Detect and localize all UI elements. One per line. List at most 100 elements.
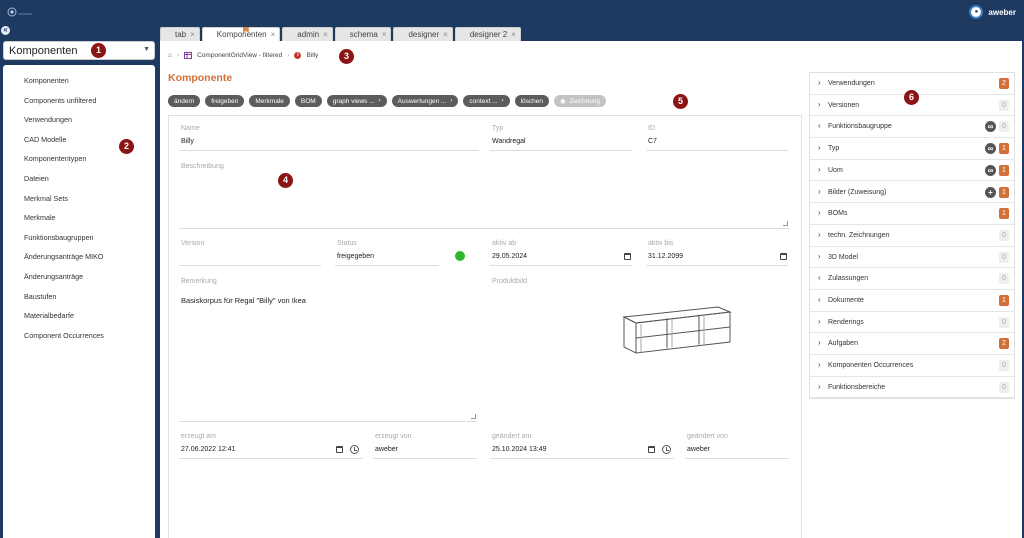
calendar-icon[interactable] — [648, 446, 655, 453]
resize-handle-icon[interactable] — [471, 414, 476, 419]
sidebar-item[interactable]: Materialbedarfe — [24, 311, 74, 320]
app-logo — [7, 7, 32, 17]
status-field[interactable]: freigegeben — [337, 253, 374, 260]
relation-row[interactable]: › BOMs 1 — [810, 203, 1014, 225]
chevron-right-icon[interactable]: › — [818, 230, 821, 239]
action-button[interactable]: graph views ... › — [326, 95, 387, 107]
relation-row[interactable]: › Funktionsbereiche 0 — [810, 377, 1014, 399]
sidebar-item[interactable]: Merkmal Sets — [24, 194, 68, 203]
id-field[interactable]: C7 — [648, 138, 657, 145]
link-icon[interactable]: ∞ — [985, 164, 996, 176]
tab-1[interactable]: Komponenten × — [201, 27, 281, 41]
aktiv-bis-field[interactable]: 31.12.2099 — [648, 253, 683, 260]
relation-row[interactable]: › Uom ∞ 1 — [810, 160, 1014, 182]
close-icon[interactable]: × — [271, 30, 276, 39]
calendar-icon[interactable] — [780, 253, 787, 260]
annotation-marker: 6 — [904, 90, 919, 105]
sidebar-item[interactable]: Baustufen — [24, 292, 56, 301]
chevron-right-icon[interactable]: › — [818, 78, 821, 87]
relation-row[interactable]: ‹ Zulassungen 0 — [810, 268, 1014, 290]
tab-3[interactable]: schema × — [334, 27, 392, 41]
clock-icon[interactable] — [350, 445, 359, 454]
aktiv-ab-field[interactable]: 29.05.2024 — [492, 253, 527, 260]
erzeugt-von-field[interactable]: aweber — [375, 446, 398, 453]
link-icon[interactable]: ∞ — [985, 121, 996, 133]
relation-row[interactable]: › Renderings 0 — [810, 312, 1014, 334]
count-badge: 0 — [999, 381, 1009, 393]
chevron-right-icon[interactable]: › — [818, 100, 821, 109]
geaendert-am-field[interactable]: 25.10.2024 13:49 — [492, 446, 547, 453]
relation-row[interactable]: › techn. Zeichnungen 0 — [810, 225, 1014, 247]
sidebar-item[interactable]: Änderungsanträge MIKO — [24, 252, 104, 261]
relation-row[interactable]: ‹ Dokumente 1 — [810, 290, 1014, 312]
chevron-left-icon[interactable]: ‹ — [818, 273, 821, 282]
tab-0[interactable]: tab × — [160, 27, 200, 41]
sidebar-item[interactable]: Funktionsbaugruppen — [24, 233, 94, 242]
action-button[interactable]: freigeben — [205, 95, 245, 107]
action-label: ändern — [174, 97, 195, 105]
action-button[interactable]: Merkmale — [249, 95, 290, 107]
sidebar-item[interactable]: Komponententypen — [24, 154, 86, 163]
close-icon[interactable]: × — [190, 30, 195, 39]
count-badge: 1 — [999, 208, 1009, 220]
calendar-icon[interactable] — [624, 253, 631, 260]
close-icon[interactable]: × — [443, 30, 448, 39]
sidebar-item[interactable]: Dateien — [24, 174, 49, 183]
sidebar-item[interactable]: CAD Modelle — [24, 135, 66, 144]
product-image[interactable] — [620, 303, 732, 355]
relation-row[interactable]: › 3D Model 0 — [810, 247, 1014, 269]
name-field[interactable]: Billy — [181, 138, 194, 145]
sidebar-item[interactable]: Merkmale — [24, 213, 56, 222]
chevron-right-icon[interactable]: › — [818, 165, 821, 174]
sidebar-item[interactable]: Verwendungen — [24, 115, 72, 124]
add-icon[interactable]: + — [985, 186, 996, 198]
relation-row[interactable]: › Typ ∞ 1 — [810, 138, 1014, 160]
count-badge: 0 — [999, 273, 1009, 285]
chevron-left-icon[interactable]: ‹ — [818, 295, 821, 304]
tab-4[interactable]: designer × — [393, 27, 453, 41]
count-badge: 0 — [999, 360, 1009, 372]
action-button[interactable]: Auswertungen ... › — [391, 95, 459, 107]
chevron-right-icon[interactable]: › — [818, 360, 821, 369]
count-badge: 1 — [999, 186, 1009, 198]
relation-row[interactable]: ‹ Funktionsbaugruppe ∞ 0 — [810, 116, 1014, 139]
bemerkung-field[interactable]: Basiskorpus für Regal "Billy" von Ikea — [181, 296, 306, 305]
close-icon[interactable]: × — [323, 30, 328, 39]
chevron-right-icon[interactable]: › — [818, 208, 821, 217]
collapse-sidebar-icon[interactable]: « — [1, 26, 10, 35]
chevron-right-icon[interactable]: › — [818, 338, 821, 347]
breadcrumb-view[interactable]: ComponentGridView - filtered — [197, 52, 282, 59]
relation-row[interactable]: › Aufgaben 2 — [810, 333, 1014, 356]
chevron-left-icon[interactable]: ‹ — [818, 121, 821, 130]
sidebar-item[interactable]: Component Occurrences — [24, 331, 104, 340]
chevron-right-icon[interactable]: › — [818, 187, 821, 196]
calendar-icon[interactable] — [336, 446, 343, 453]
typ-field[interactable]: Wandregal — [492, 138, 526, 145]
chevron-right-icon[interactable]: › — [818, 143, 821, 152]
link-icon[interactable]: ∞ — [985, 143, 996, 155]
tab-2[interactable]: admin × — [282, 27, 333, 41]
action-button[interactable]: ändern — [168, 95, 201, 107]
close-icon[interactable]: × — [511, 30, 516, 39]
erzeugt-am-field[interactable]: 27.06.2022 12:41 — [181, 446, 236, 453]
description-field[interactable] — [179, 173, 790, 228]
home-icon[interactable]: ⌂ — [168, 52, 172, 59]
resize-handle-icon[interactable] — [783, 221, 788, 226]
sidebar-item[interactable]: Komponenten — [24, 76, 69, 85]
chevron-right-icon[interactable]: › — [818, 317, 821, 326]
geaendert-von-field[interactable]: aweber — [687, 446, 710, 453]
chevron-right-icon[interactable]: › — [818, 252, 821, 261]
module-select[interactable]: Komponenten ▼ — [3, 41, 155, 60]
sidebar-item[interactable]: Components unfiltered — [24, 96, 96, 105]
user-menu[interactable]: ● aweber — [969, 5, 1016, 19]
relation-row[interactable]: › Bilder (Zuweisung) +1 — [810, 182, 1014, 204]
action-button[interactable]: context ... › — [463, 95, 510, 107]
tab-5[interactable]: designer 2 × — [454, 27, 521, 41]
action-button[interactable]: BOM — [294, 95, 322, 107]
close-icon[interactable]: × — [382, 30, 387, 39]
sidebar-item[interactable]: Änderungsanträge — [24, 272, 83, 281]
chevron-right-icon[interactable]: › — [818, 382, 821, 391]
action-button[interactable]: löschen — [514, 95, 550, 107]
clock-icon[interactable] — [662, 445, 671, 454]
relation-row[interactable]: › Komponenten Occurrences 0 — [810, 355, 1014, 377]
